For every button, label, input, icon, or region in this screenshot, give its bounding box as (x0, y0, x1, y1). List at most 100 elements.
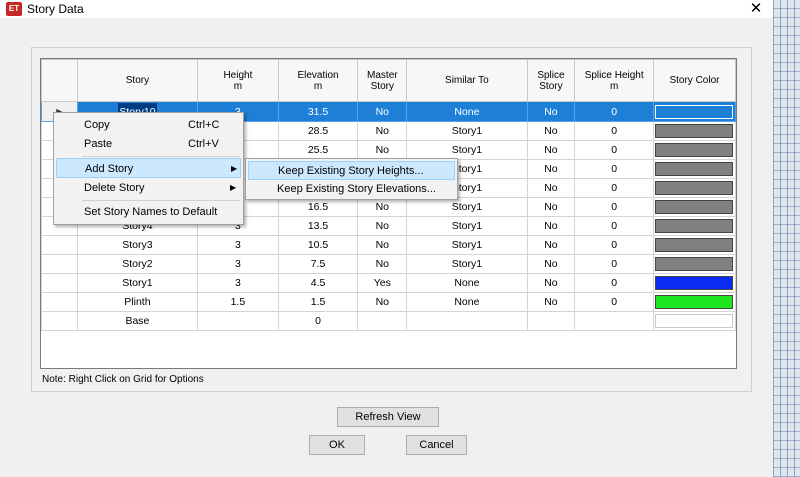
story-color-cell[interactable] (652, 216, 736, 236)
story-color-cell[interactable] (652, 101, 736, 122)
splice-story-cell[interactable]: No (526, 140, 576, 160)
splice-story-cell[interactable]: No (526, 159, 576, 179)
column-header[interactable]: Height m (197, 59, 279, 102)
splice-height-cell[interactable]: 0 (574, 159, 654, 179)
story-color-cell[interactable] (652, 197, 736, 217)
master-story-cell[interactable]: Yes (357, 273, 408, 293)
splice-story-cell[interactable] (526, 311, 576, 331)
column-header[interactable]: Similar To (406, 59, 528, 102)
elevation-cell[interactable]: 16.5 (277, 197, 359, 217)
similar-to-cell[interactable]: Story1 (406, 197, 528, 217)
splice-height-cell[interactable]: 0 (574, 101, 654, 122)
similar-to-cell[interactable] (406, 311, 528, 331)
story-color-cell[interactable] (652, 159, 736, 179)
master-story-cell[interactable]: No (357, 254, 408, 274)
elevation-cell[interactable]: 13.5 (277, 216, 359, 236)
story-color-cell[interactable] (652, 178, 736, 198)
height-cell[interactable] (197, 311, 279, 331)
refresh-view-button[interactable]: Refresh View (337, 407, 439, 427)
table-row[interactable]: Story3 3 10.5 No Story1 No 0 (41, 235, 736, 255)
height-cell[interactable]: 1.5 (197, 292, 279, 312)
master-story-cell[interactable]: No (357, 101, 408, 122)
splice-height-cell[interactable]: 0 (574, 292, 654, 312)
column-header[interactable]: Story Color (652, 59, 736, 102)
row-header[interactable] (41, 235, 78, 255)
splice-height-cell[interactable]: 0 (574, 178, 654, 198)
height-cell[interactable]: 3 (197, 235, 279, 255)
column-header[interactable]: Story (76, 59, 199, 102)
ok-button[interactable]: OK (309, 435, 365, 455)
master-story-cell[interactable]: No (357, 216, 408, 236)
master-story-cell[interactable]: No (357, 235, 408, 255)
column-header[interactable]: Splice Height m (574, 59, 654, 102)
similar-to-cell[interactable]: None (406, 273, 528, 293)
similar-to-cell[interactable]: Story1 (406, 121, 528, 141)
master-story-cell[interactable] (357, 311, 408, 331)
table-row[interactable]: Story1 3 4.5 Yes None No 0 (41, 273, 736, 293)
row-header[interactable] (41, 292, 78, 312)
menu-item-keep-elevations[interactable]: Keep Existing Story Elevations... (248, 180, 455, 199)
master-story-cell[interactable]: No (357, 121, 408, 141)
elevation-cell[interactable]: 10.5 (277, 235, 359, 255)
splice-height-cell[interactable]: 0 (574, 254, 654, 274)
story-color-cell[interactable] (652, 235, 736, 255)
elevation-cell[interactable]: 0 (277, 311, 359, 331)
splice-story-cell[interactable]: No (526, 216, 576, 236)
column-header[interactable]: Splice Story (526, 59, 576, 102)
elevation-cell[interactable]: 4.5 (277, 273, 359, 293)
splice-story-cell[interactable]: No (526, 197, 576, 217)
story-color-cell[interactable] (652, 254, 736, 274)
splice-story-cell[interactable]: No (526, 292, 576, 312)
column-header[interactable]: Master Story (357, 59, 408, 102)
table-row[interactable]: Plinth 1.5 1.5 No None No 0 (41, 292, 736, 312)
story-cell[interactable]: Base (76, 311, 199, 331)
table-row[interactable]: Base 0 (41, 311, 736, 331)
similar-to-cell[interactable]: None (406, 292, 528, 312)
elevation-cell[interactable]: 1.5 (277, 292, 359, 312)
column-header[interactable]: Elevation m (277, 59, 359, 102)
splice-story-cell[interactable]: No (526, 121, 576, 141)
splice-height-cell[interactable]: 0 (574, 121, 654, 141)
master-story-cell[interactable]: No (357, 140, 408, 160)
similar-to-cell[interactable]: Story1 (406, 216, 528, 236)
similar-to-cell[interactable]: Story1 (406, 235, 528, 255)
similar-to-cell[interactable]: None (406, 101, 528, 122)
height-cell[interactable]: 3 (197, 273, 279, 293)
menu-item-paste[interactable]: Paste Ctrl+V (56, 134, 241, 154)
master-story-cell[interactable]: No (357, 197, 408, 217)
splice-story-cell[interactable]: No (526, 178, 576, 198)
splice-height-cell[interactable]: 0 (574, 197, 654, 217)
elevation-cell[interactable]: 28.5 (277, 121, 359, 141)
splice-story-cell[interactable]: No (526, 101, 576, 122)
splice-height-cell[interactable]: 0 (574, 140, 654, 160)
elevation-cell[interactable]: 7.5 (277, 254, 359, 274)
splice-height-cell[interactable]: 0 (574, 216, 654, 236)
elevation-cell[interactable]: 31.5 (277, 101, 359, 122)
height-cell[interactable]: 3 (197, 254, 279, 274)
story-color-cell[interactable] (652, 121, 736, 141)
splice-height-cell[interactable]: 0 (574, 235, 654, 255)
table-row[interactable]: Story2 3 7.5 No Story1 No 0 (41, 254, 736, 274)
similar-to-cell[interactable]: Story1 (406, 140, 528, 160)
similar-to-cell[interactable]: Story1 (406, 254, 528, 274)
menu-item-add-story[interactable]: Add Story ▶ (56, 158, 241, 178)
story-cell[interactable]: Story1 (76, 273, 199, 293)
story-color-cell[interactable] (652, 292, 736, 312)
close-icon[interactable]: ✕ (742, 0, 770, 18)
splice-height-cell[interactable]: 0 (574, 273, 654, 293)
row-header[interactable] (41, 273, 78, 293)
splice-story-cell[interactable]: No (526, 235, 576, 255)
column-header[interactable] (41, 59, 78, 102)
splice-story-cell[interactable]: No (526, 254, 576, 274)
story-cell[interactable]: Story2 (76, 254, 199, 274)
cancel-button[interactable]: Cancel (406, 435, 467, 455)
row-header[interactable] (41, 254, 78, 274)
story-cell[interactable]: Story3 (76, 235, 199, 255)
splice-story-cell[interactable]: No (526, 273, 576, 293)
story-color-cell[interactable] (652, 273, 736, 293)
story-color-cell[interactable] (652, 311, 736, 331)
menu-item-delete-story[interactable]: Delete Story ▶ (56, 178, 241, 198)
splice-height-cell[interactable] (574, 311, 654, 331)
elevation-cell[interactable]: 25.5 (277, 140, 359, 160)
menu-item-set-story-names[interactable]: Set Story Names to Default (56, 202, 241, 222)
